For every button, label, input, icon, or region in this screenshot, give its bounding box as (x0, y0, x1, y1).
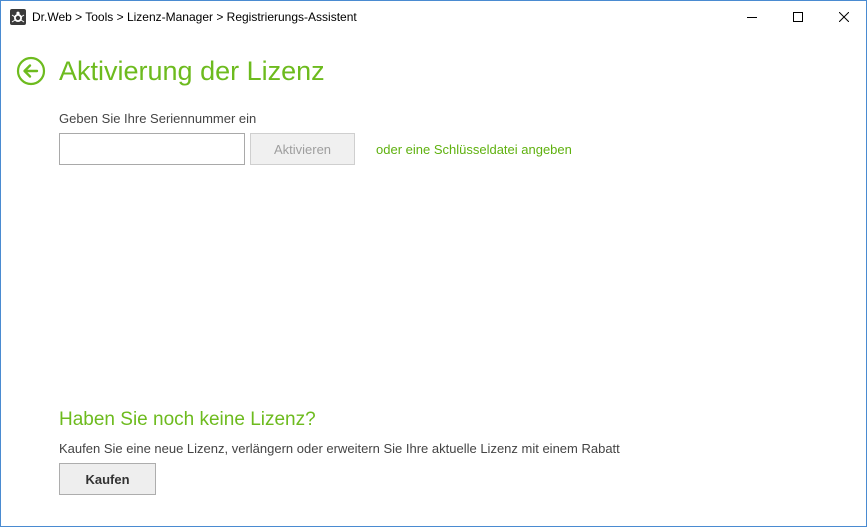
buy-button[interactable]: Kaufen (59, 463, 156, 495)
minimize-button[interactable] (729, 1, 775, 32)
serial-number-input[interactable] (59, 133, 245, 165)
back-button[interactable] (16, 56, 46, 86)
serial-number-label: Geben Sie Ihre Seriennummer ein (59, 111, 257, 126)
app-window: Dr.Web > Tools > Lizenz-Manager > Regist… (0, 0, 867, 527)
maximize-icon (793, 11, 803, 22)
close-button[interactable] (821, 1, 867, 32)
title-bar[interactable]: Dr.Web > Tools > Lizenz-Manager > Regist… (1, 1, 866, 32)
no-license-heading: Haben Sie noch keine Lizenz? (59, 409, 316, 430)
close-icon (839, 11, 849, 22)
page-title: Aktivierung der Lizenz (59, 56, 325, 86)
activate-button[interactable]: Aktivieren (250, 133, 355, 165)
minimize-icon (747, 16, 757, 18)
maximize-button[interactable] (775, 1, 821, 32)
no-license-description: Kaufen Sie eine neue Lizenz, verlängern … (59, 441, 620, 456)
drweb-spider-icon (10, 9, 26, 25)
back-arrow-circle-icon (16, 56, 46, 86)
breadcrumb: Dr.Web > Tools > Lizenz-Manager > Regist… (32, 10, 357, 24)
key-file-link[interactable]: oder eine Schlüsseldatei angeben (376, 142, 572, 157)
